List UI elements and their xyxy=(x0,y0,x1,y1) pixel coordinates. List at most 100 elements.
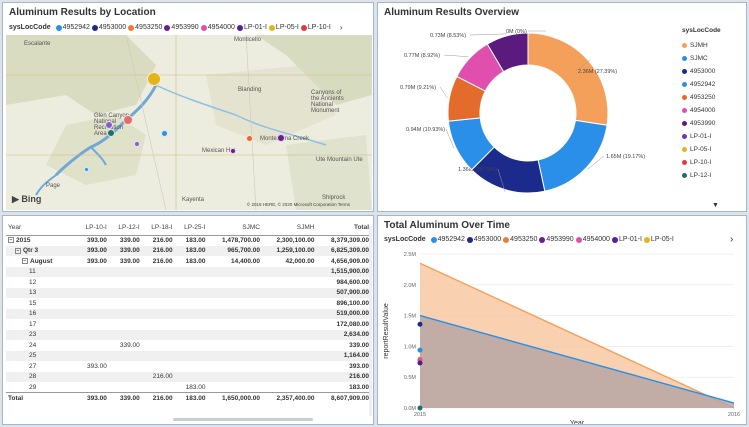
table-row[interactable]: −2015 393.00 339.00 216.00 183.00 1,478,700.0… xyxy=(6,235,371,246)
table-cell: 339.00 xyxy=(349,341,369,349)
data-point[interactable] xyxy=(417,405,423,411)
map-bubble[interactable] xyxy=(107,129,115,137)
donut-chart[interactable]: 2.36M (27.39%) 1.65M (19.17%) 1.36M (15.79… xyxy=(378,13,678,212)
legend-item[interactable]: 4952942 xyxy=(682,78,744,91)
table-row[interactable]: − Qtr 3 393.00 339.00 216.00 183.00 965,700.00… xyxy=(6,245,371,256)
legend-item[interactable]: 4954000 xyxy=(682,104,744,117)
table-cell xyxy=(142,340,175,351)
legend-item[interactable]: 4953990 xyxy=(164,24,199,31)
column-header[interactable]: LP-12-I xyxy=(108,220,142,236)
map-bubble[interactable] xyxy=(123,115,133,125)
table-cell xyxy=(208,298,262,309)
donut-leader-line xyxy=(443,54,469,57)
legend-item[interactable]: LP-01-I xyxy=(236,24,267,31)
legend-item[interactable]: 4954000 xyxy=(575,236,610,243)
area-chart-visual[interactable]: Total Aluminum Over Time sysLocCode 4952… xyxy=(377,215,747,425)
horizontal-scrollbar[interactable] xyxy=(173,418,313,421)
legend-item[interactable]: LP-10-I xyxy=(300,24,331,31)
map-legend: sysLocCode 4952942 4953000 4953250 4953990 4… xyxy=(9,23,343,32)
legend-item[interactable]: 4953250 xyxy=(503,236,537,243)
collapse-icon[interactable]: − xyxy=(15,247,21,254)
legend-item[interactable]: 4952942 xyxy=(55,24,90,31)
collapse-icon[interactable]: − xyxy=(22,258,28,265)
map-copyright[interactable]: © 2018 HERE, © 2020 Microsoft Corporatio… xyxy=(247,202,350,207)
column-header[interactable]: LP-25-I xyxy=(174,220,208,236)
donut-slice[interactable] xyxy=(527,32,609,126)
table-row[interactable]: 13 507,900.00 xyxy=(6,287,371,298)
table-row[interactable]: 25 1,164.00 xyxy=(6,350,371,361)
table-row[interactable]: 17 172,080.00 xyxy=(6,319,371,330)
data-point[interactable] xyxy=(417,360,423,366)
legend-item[interactable]: LP-05-I xyxy=(682,143,744,156)
legend-item[interactable]: LP-10-I xyxy=(682,156,744,169)
legend-item[interactable]: 4952942 xyxy=(430,236,465,243)
column-header[interactable]: SJMC xyxy=(207,220,262,236)
table-row[interactable]: 15 896,100.00 xyxy=(6,298,371,309)
map-bubble[interactable] xyxy=(277,134,285,142)
donut-data-label: 2.36M (27.39%) xyxy=(578,69,617,75)
column-header[interactable]: LP-18-I xyxy=(141,220,175,236)
table-row[interactable]: 29 183.00 183.00 xyxy=(6,382,371,393)
table-cell xyxy=(207,350,262,361)
donut-slice[interactable] xyxy=(537,119,608,192)
table-row[interactable]: 27 393.00 393.00 xyxy=(6,361,371,372)
legend-item[interactable]: LP-12-I xyxy=(682,169,744,182)
column-header[interactable]: SJMH xyxy=(261,220,317,236)
map-bubble[interactable] xyxy=(246,135,253,142)
legend-item[interactable]: 4953000 xyxy=(682,65,744,78)
data-point[interactable] xyxy=(417,321,423,327)
area-series[interactable] xyxy=(420,315,734,408)
legend-next-icon[interactable]: › xyxy=(730,234,733,245)
table-row[interactable]: 16 519,000.00 xyxy=(6,308,371,319)
table-row[interactable]: 28 216.00 216.00 xyxy=(6,371,371,382)
map-bubble[interactable] xyxy=(230,148,236,154)
legend-item[interactable]: 4953250 xyxy=(128,24,162,31)
legend-item[interactable]: LP-05-I xyxy=(643,236,674,243)
legend-marker-icon xyxy=(236,24,243,31)
donut-visual[interactable]: Aluminum Results Overview 2.36M (27.39%)… xyxy=(377,2,747,212)
table-row[interactable]: 23 2,634.00 xyxy=(6,329,371,340)
table-cell: 984,600.00 xyxy=(336,278,369,286)
map-visual[interactable]: Aluminum Results by Location sysLocCode … xyxy=(2,2,374,212)
legend-item[interactable]: LP-01-I xyxy=(611,236,642,243)
table-row[interactable]: 12 984,600.00 xyxy=(6,277,371,288)
legend-item[interactable]: 4953990 xyxy=(539,236,574,243)
legend-item-label: 4954000 xyxy=(207,24,235,31)
legend-next-icon[interactable]: › xyxy=(340,23,343,32)
legend-marker-icon xyxy=(682,56,687,61)
legend-item[interactable]: 4953000 xyxy=(91,24,126,31)
table-cell: 519,000.00 xyxy=(316,308,371,319)
table-row[interactable]: − August 393.00 339.00 216.00 183.00 14,400.00… xyxy=(6,256,371,267)
column-header[interactable]: Total xyxy=(316,220,371,236)
matrix-table: Year LP-10-I LP-12-I LP-18-I LP-25-I SJM… xyxy=(6,220,371,403)
legend-item[interactable]: LP-01-I xyxy=(682,130,744,143)
collapse-icon[interactable]: − xyxy=(8,237,14,244)
matrix-visual[interactable]: Year LP-10-I LP-12-I LP-18-I LP-25-I SJM… xyxy=(2,215,374,425)
legend-marker-icon xyxy=(200,24,207,31)
legend-item[interactable]: LP-05-I xyxy=(268,24,299,31)
map-legend-title: sysLocCode xyxy=(9,24,51,31)
column-header[interactable]: LP-10-I xyxy=(76,220,109,236)
column-header[interactable]: Year xyxy=(6,220,76,236)
table-cell xyxy=(262,319,316,330)
table-row[interactable]: 24 339.00 339.00 xyxy=(6,340,371,351)
table-row[interactable]: 11 1,515,900.00 xyxy=(6,266,371,277)
map-bubble[interactable] xyxy=(105,121,113,129)
map-bubble[interactable] xyxy=(84,167,89,172)
map-bubble[interactable] xyxy=(161,130,168,137)
legend-scroll-down-icon[interactable]: ▼ xyxy=(712,202,719,209)
map-bubble[interactable] xyxy=(147,72,161,86)
legend-item[interactable]: 4953000 xyxy=(466,236,501,243)
map-canvas[interactable]: Escalante Monticello Blanding Glen Canyo… xyxy=(6,35,372,210)
area-chart[interactable]: 0.0M0.5M1.0M1.5M2.0M2.5M2015 2016Yearrepo… xyxy=(378,246,747,425)
map-bubble[interactable] xyxy=(134,141,140,147)
legend-item[interactable]: 4953990 xyxy=(682,117,744,130)
legend-item[interactable]: SJMH xyxy=(682,39,744,52)
table-cell: 4,656,909.00 xyxy=(331,257,369,265)
data-point[interactable] xyxy=(417,347,423,353)
vertical-scrollbar[interactable] xyxy=(369,226,372,416)
legend-item[interactable]: SJMC xyxy=(682,52,744,65)
legend-item[interactable]: 4954000 xyxy=(200,24,235,31)
legend-item[interactable]: 4953250 xyxy=(682,91,744,104)
legend-item-label: SJMC xyxy=(690,55,708,62)
